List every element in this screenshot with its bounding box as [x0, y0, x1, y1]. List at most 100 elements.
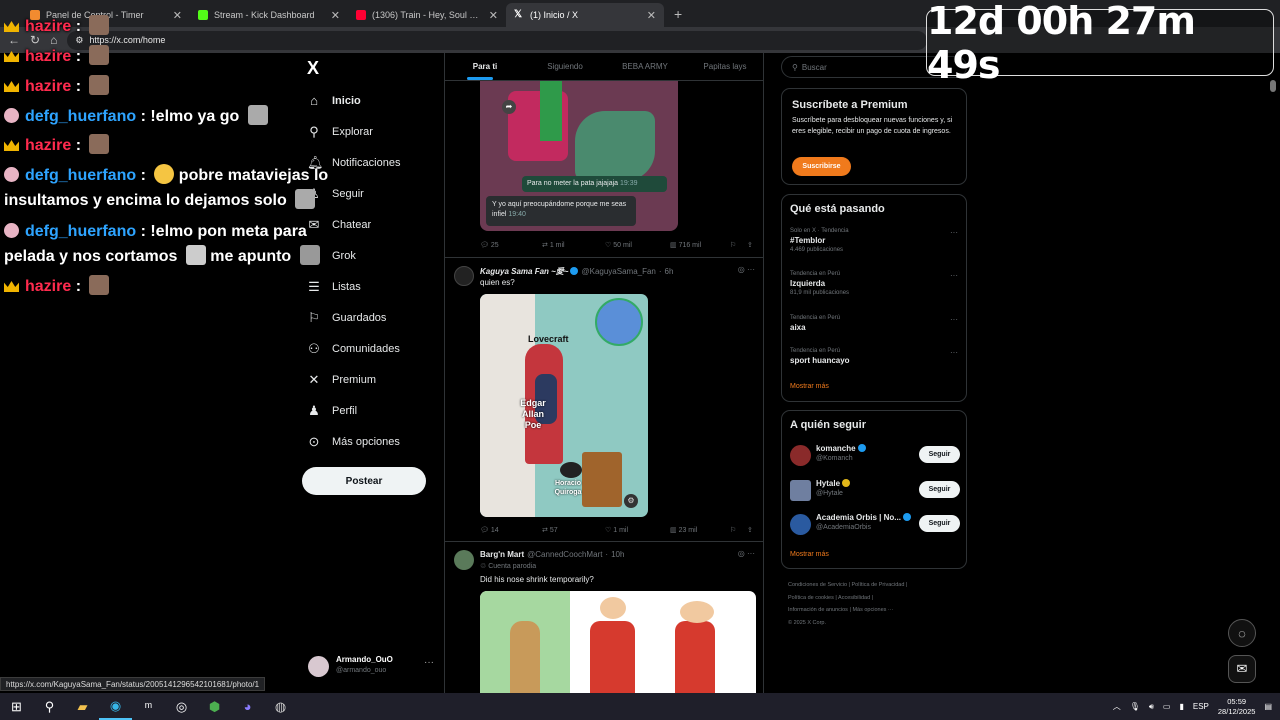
notifications-icon[interactable]: ▤: [1264, 702, 1272, 711]
nav-communities[interactable]: ⚇ Comunidades: [307, 341, 400, 357]
trend-item[interactable]: Tendencia en Perú Izquierda 81,9 mil publi…: [790, 271, 960, 296]
post-text: Did his nose shrink temporarily?: [480, 575, 594, 584]
footer-link[interactable]: Más opciones ···: [852, 607, 893, 613]
bookmark-icon[interactable]: ⚐: [730, 526, 736, 534]
close-icon[interactable]: ✕: [489, 9, 498, 22]
tab-papitas-lays[interactable]: Papitas lays: [685, 53, 763, 80]
tab-youtube[interactable]: (1306) Train - Hey, Soul Siste ✕: [348, 3, 506, 27]
speaker-icon[interactable]: 🔊︎: [1149, 702, 1154, 712]
x-premium-icon: ✕: [308, 372, 320, 387]
views-button[interactable]: ▥ 716 mil: [670, 241, 701, 249]
trend-item[interactable]: Tendencia en Perú sport huancayo ···: [790, 348, 960, 365]
battery-icon[interactable]: ▮: [1179, 702, 1183, 711]
search-icon[interactable]: ⚲: [33, 693, 66, 720]
account-switcher[interactable]: Armando_OuO @armando_ouo ···: [308, 655, 438, 681]
follow-button[interactable]: Seguir: [919, 446, 960, 463]
follow-suggestion[interactable]: Academia Orbis | No... @AcademiaOrbis Segu…: [790, 513, 960, 539]
nav-more[interactable]: ⊙ Más opciones: [307, 434, 400, 450]
nav-label: Más opciones: [332, 436, 400, 448]
people-icon: ⚇: [308, 341, 320, 356]
more-icon[interactable]: ···: [950, 315, 958, 324]
green-app-icon[interactable]: ⬢: [198, 693, 231, 720]
nav-bookmarks[interactable]: ⚐ Guardados: [307, 310, 386, 326]
post-image[interactable]: [480, 591, 756, 693]
microphone-icon[interactable]: 🎙︎: [1130, 702, 1140, 711]
trend-item[interactable]: Tendencia en Perú aixa ···: [790, 315, 960, 332]
grok-icon[interactable]: ⚙: [624, 494, 638, 508]
follow-button[interactable]: Seguir: [919, 515, 960, 532]
post[interactable]: Barg'n Mart @CannedCoochMart · 10h ◎ ··· ♲ …: [445, 541, 763, 693]
footer-link[interactable]: Política de Privacidad: [852, 582, 905, 588]
repost-button[interactable]: ⇄ 1 mil: [542, 241, 565, 249]
nav-premium[interactable]: ✕ Premium: [307, 372, 376, 388]
post-button[interactable]: Postear: [302, 467, 426, 495]
edge-browser-icon[interactable]: ◉: [99, 693, 132, 720]
show-more-link[interactable]: Mostrar más: [790, 383, 829, 390]
like-button[interactable]: ♡ 1 mil: [605, 526, 628, 534]
more-icon[interactable]: ···: [950, 348, 958, 357]
image-shape: [560, 462, 582, 478]
post[interactable]: Kaguya Sama Fan ~愛~ @KaguyaSama_Fan · 6h ◎ …: [445, 257, 763, 541]
more-icon[interactable]: ···: [950, 228, 958, 237]
post-image[interactable]: Lovecraft Edgar Allan Poe Horacio Quirog…: [480, 294, 648, 517]
chevron-up-icon[interactable]: ︿: [1113, 701, 1121, 712]
avatar[interactable]: [454, 266, 474, 286]
obs-icon[interactable]: ◎: [165, 693, 198, 720]
subscribe-button[interactable]: Suscribirse: [792, 157, 851, 176]
footer-link[interactable]: Condiciones de Servicio: [788, 582, 847, 588]
follow-button[interactable]: Seguir: [919, 481, 960, 498]
system-tray: ︿ 🎙︎ 🔊︎ ▭ ▮ ESP 05:59 28/12/2025 ▤: [1113, 693, 1272, 720]
post-image[interactable]: ➦ Para no meter la pata jajajaja 19:39 Y…: [480, 81, 678, 231]
nav-profile[interactable]: ♟ Perfil: [307, 403, 357, 419]
tab-beba-army[interactable]: BEBA ARMY: [605, 53, 685, 80]
file-explorer-icon[interactable]: ▰: [66, 693, 99, 720]
app-icon[interactable]: ᵐ: [132, 693, 165, 720]
views-button[interactable]: ▥ 23 mil: [670, 526, 697, 534]
follow-suggestion[interactable]: komanche @Komanch Seguir: [790, 444, 960, 470]
reply-button[interactable]: 💬︎ 25: [480, 241, 499, 249]
new-tab-button[interactable]: +: [674, 6, 682, 22]
cat-emote-icon: [89, 134, 110, 154]
follow-suggestion[interactable]: Hytale @Hytale Seguir: [790, 479, 960, 505]
chat-message: hazire :: [4, 133, 110, 158]
messages-float-icon[interactable]: ✉: [1228, 655, 1256, 683]
network-icon[interactable]: ▭: [1163, 702, 1171, 711]
language-indicator[interactable]: ESP: [1193, 702, 1209, 711]
footer-link[interactable]: Política de cookies: [788, 595, 834, 601]
trends-card: Qué está pasando Solo en X · Tendencia #T…: [781, 194, 967, 402]
more-icon[interactable]: ···: [424, 657, 434, 668]
tab-para-ti[interactable]: Para ti: [445, 53, 525, 80]
clock[interactable]: 05:59 28/12/2025: [1218, 697, 1256, 717]
bookmark-icon[interactable]: ⚐: [730, 241, 736, 249]
who-to-follow-title: A quién seguir: [790, 419, 866, 431]
tab-siguiendo[interactable]: Siguiendo: [525, 53, 605, 80]
post-time: 6h: [664, 267, 674, 276]
nav-label: Comunidades: [332, 343, 400, 355]
post-author[interactable]: Kaguya Sama Fan ~愛~ @KaguyaSama_Fan · 6h: [480, 266, 673, 277]
youtube-favicon-icon: [356, 10, 366, 20]
app-icon[interactable]: ◍: [264, 693, 297, 720]
like-button[interactable]: ♡ 50 mil: [605, 241, 632, 249]
footer-link[interactable]: Información de anuncios: [788, 607, 848, 613]
footer-link[interactable]: Accesibilidad: [838, 595, 870, 601]
trend-item[interactable]: Solo en X · Tendencia #Temblor 4.469 publi…: [790, 228, 960, 253]
close-icon[interactable]: ✕: [647, 9, 656, 22]
image-shape: [600, 597, 626, 619]
post[interactable]: ➦ Para no meter la pata jajajaja 19:39 Y…: [445, 81, 763, 257]
share-icon[interactable]: ⇪: [747, 526, 753, 534]
verified-icon: [902, 513, 911, 521]
grok-float-icon[interactable]: ◌: [1228, 619, 1256, 647]
windows-start-icon[interactable]: ⊞: [0, 693, 33, 720]
reply-button[interactable]: 💬︎ 14: [480, 526, 499, 534]
avatar[interactable]: [454, 550, 474, 570]
more-icon[interactable]: ◎ ···: [738, 549, 755, 558]
post-author[interactable]: Barg'n Mart @CannedCoochMart · 10h: [480, 550, 624, 559]
show-more-link[interactable]: Mostrar más: [790, 551, 829, 558]
discord-icon[interactable]: ◕: [231, 693, 264, 720]
tab-x-home[interactable]: 𝕏 (1) Inicio / X ✕: [506, 3, 664, 27]
more-icon[interactable]: ◎ ···: [738, 265, 755, 274]
share-icon[interactable]: ⇪: [747, 241, 753, 249]
share-icon[interactable]: ➦: [502, 100, 516, 114]
repost-button[interactable]: ⇄ 57: [542, 526, 558, 534]
more-icon[interactable]: ···: [950, 271, 958, 280]
